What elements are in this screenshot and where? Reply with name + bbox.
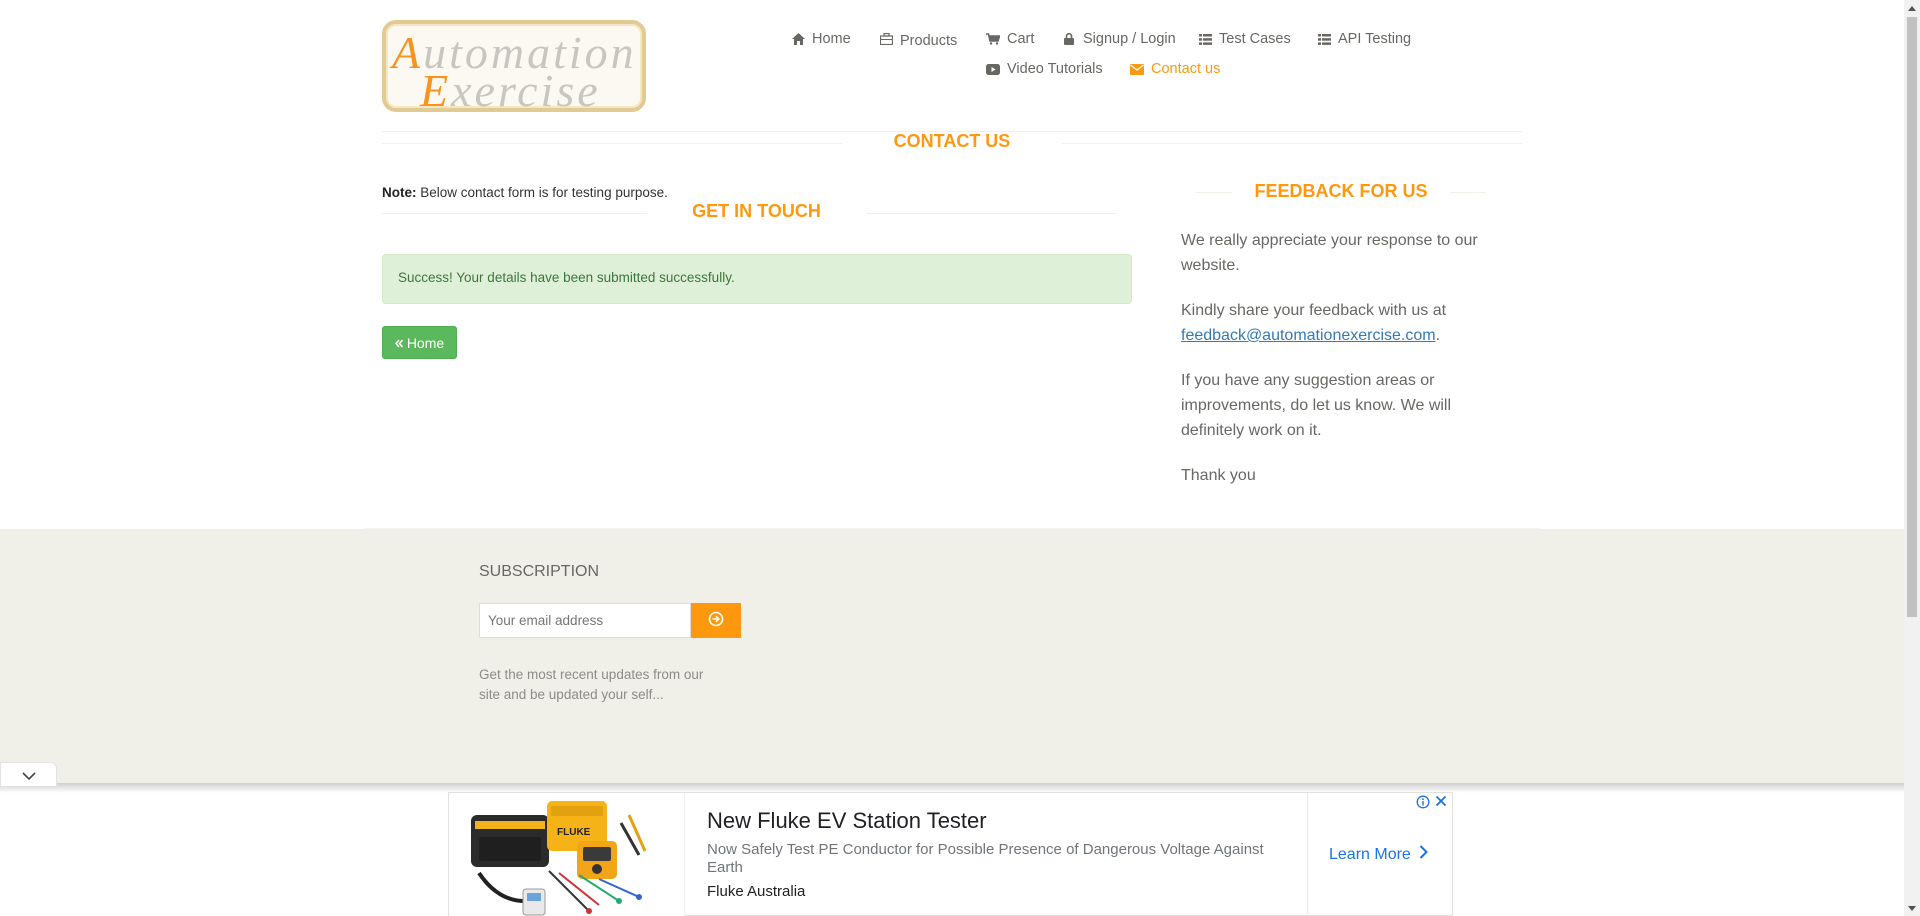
nav-home[interactable]: Home: [791, 31, 851, 47]
feedback-thank-you: Thank you: [1181, 467, 1256, 484]
svg-text:FLUKE: FLUKE: [557, 827, 591, 838]
ad-divider: [1307, 793, 1308, 916]
subscription-email-input[interactable]: [479, 603, 691, 638]
scroll-up-arrow-icon[interactable]: [1904, 0, 1920, 16]
envelope-icon: [1130, 62, 1144, 76]
nav-test-cases[interactable]: Test Cases: [1198, 31, 1291, 47]
nav-contact-us[interactable]: Contact us: [1130, 61, 1220, 77]
ad-collapse-button[interactable]: [0, 762, 57, 786]
title-line-left: [382, 143, 842, 144]
success-alert: Success! Your details have been submitte…: [382, 254, 1132, 304]
chevron-right-icon: [1419, 845, 1428, 864]
ad-title[interactable]: New Fluke EV Station Tester: [707, 808, 987, 834]
nav-video-tutorials[interactable]: Video Tutorials: [986, 61, 1103, 77]
form-note: Note: Below contact form is for testing …: [382, 185, 668, 200]
git-line-right: [866, 213, 1116, 214]
cart-icon: [986, 32, 1000, 46]
ad-product-image[interactable]: FLUKE: [449, 793, 685, 916]
subscribe-button[interactable]: [691, 603, 741, 638]
home-button[interactable]: Home: [382, 326, 457, 359]
ad-brand: Fluke Australia: [707, 883, 806, 900]
list-icon: [1317, 32, 1331, 46]
scrollbar-thumb[interactable]: [1907, 17, 1917, 617]
double-chevron-left-icon: [394, 335, 403, 351]
subscription-title: SUBSCRIPTION: [479, 563, 600, 580]
ad-learn-more-button[interactable]: Learn More: [1329, 845, 1428, 864]
title-line-right: [1062, 143, 1522, 144]
footer-top-line: [365, 528, 1540, 529]
logo-line-2: Exercise: [420, 65, 601, 116]
footer: [0, 529, 1904, 783]
nav-signup-login[interactable]: Signup / Login: [1062, 31, 1176, 47]
git-line-left: [382, 213, 647, 214]
ad-info-icon[interactable]: [1416, 795, 1430, 809]
list-icon: [1198, 32, 1212, 46]
nav-cart[interactable]: Cart: [986, 31, 1034, 47]
arrow-circle-right-icon: [708, 611, 724, 630]
nav-api-testing[interactable]: API Testing: [1317, 31, 1411, 47]
subscription-description: Get the most recent updates from our sit…: [479, 667, 704, 702]
get-in-touch-title: GET IN TOUCH: [692, 201, 821, 221]
page-scrollbar[interactable]: [1904, 0, 1920, 916]
products-icon: [879, 32, 893, 46]
ad-close-icon[interactable]: [1434, 794, 1448, 808]
nav-products[interactable]: Products: [879, 31, 957, 49]
ad-banner[interactable]: FLUKE New Fluke EV Station Tester Now Sa…: [448, 792, 1453, 916]
ad-description: Now Safely Test PE Conductor for Possibl…: [707, 841, 1264, 876]
feedback-paragraph-2: Kindly share your feedback with us at fe…: [1181, 302, 1447, 344]
youtube-icon: [986, 62, 1000, 76]
feedback-title: FEEDBACK FOR US: [1254, 181, 1428, 201]
site-logo[interactable]: Automation Exercise: [382, 20, 646, 116]
chevron-down-icon: [21, 767, 36, 783]
lock-icon: [1062, 32, 1076, 46]
feedback-paragraph-3: If you have any suggestion areas or impr…: [1181, 372, 1452, 439]
feedback-line-left: [1196, 192, 1232, 193]
home-icon: [791, 32, 805, 46]
feedback-email-link[interactable]: feedback@automationexercise.com: [1181, 327, 1436, 344]
feedback-line-right: [1450, 192, 1486, 193]
scroll-down-arrow-icon[interactable]: [1904, 900, 1920, 916]
feedback-paragraph-1: We really appreciate your response to ou…: [1181, 232, 1478, 274]
page-title: CONTACT US: [893, 131, 1011, 151]
